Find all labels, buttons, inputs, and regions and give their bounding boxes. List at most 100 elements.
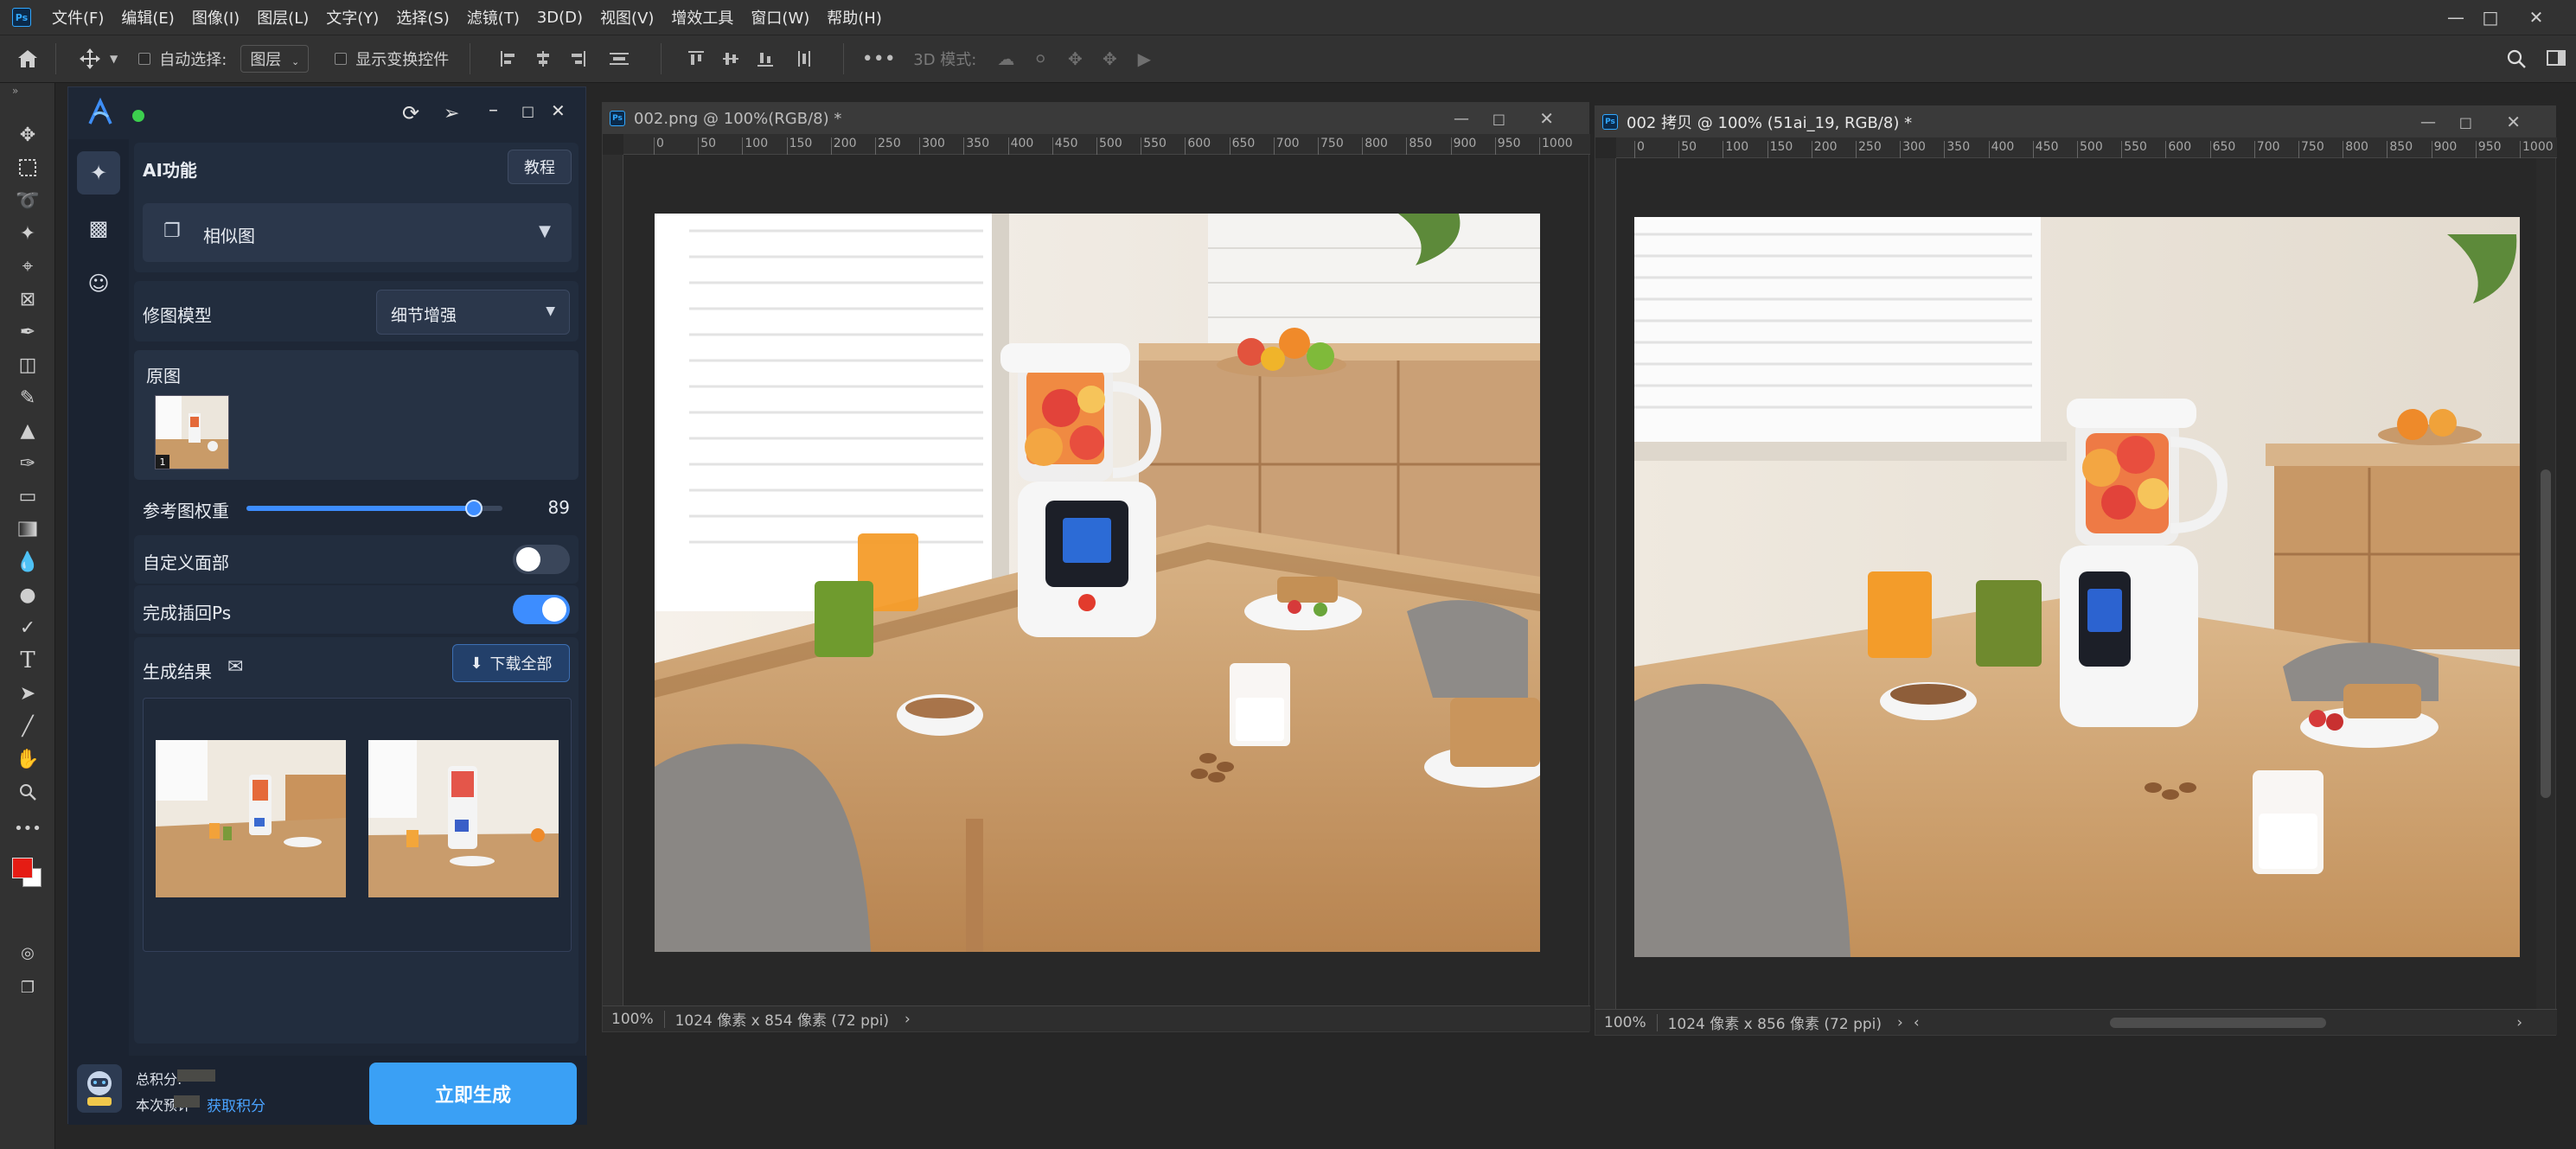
hand-tool-icon[interactable]: ✋	[14, 745, 42, 773]
history-brush-tool-icon[interactable]: ✑	[14, 450, 42, 477]
brush-tool-icon[interactable]: ✎	[14, 384, 42, 412]
collapse-icon[interactable]: »	[12, 85, 18, 97]
show-transform-checkbox[interactable]: 显示变换控件	[335, 48, 449, 70]
frame-tool-icon[interactable]: ⊠	[14, 285, 42, 313]
chevron-down-icon[interactable]: ▼	[110, 53, 118, 65]
menu-type[interactable]: 文字(Y)	[317, 6, 387, 29]
download-all-button[interactable]: ⬇ 下载全部	[452, 644, 570, 682]
healing-brush-tool-icon[interactable]: ◫	[14, 351, 42, 379]
doc-close-icon[interactable]: ✕	[1539, 108, 1554, 129]
close-icon[interactable]: ✕	[2512, 0, 2560, 35]
lasso-tool-icon[interactable]: ➰	[14, 187, 42, 214]
align-bottom-icon[interactable]	[748, 49, 783, 68]
doc-maximize-icon[interactable]: □	[1493, 111, 1505, 127]
eraser-tool-icon[interactable]: ▭	[14, 482, 42, 510]
panel-close-icon[interactable]: ✕	[551, 100, 566, 121]
doc-close-icon[interactable]: ✕	[2506, 112, 2521, 132]
align-right-icon[interactable]	[560, 49, 595, 68]
align-top-icon[interactable]	[679, 49, 713, 68]
distribute-icon[interactable]	[595, 49, 643, 68]
workspace-icon[interactable]	[2536, 49, 2576, 68]
panel-minimize-icon[interactable]: –	[489, 99, 498, 121]
menu-plugins[interactable]: 增效工具	[662, 6, 742, 29]
menu-window[interactable]: 窗口(W)	[742, 6, 818, 29]
feedback-icon[interactable]: ✉	[227, 656, 243, 678]
search-icon[interactable]	[2496, 48, 2536, 69]
marquee-tool-icon[interactable]	[14, 154, 42, 182]
document-1-canvas[interactable]	[655, 214, 1540, 952]
zoom-level[interactable]: 100%	[1604, 1014, 1646, 1031]
cube-nav-icon[interactable]: ▩	[77, 207, 120, 250]
result-thumbnail[interactable]	[368, 740, 559, 897]
distribute-vertical-icon[interactable]	[783, 49, 826, 68]
auto-select-checkbox[interactable]: 自动选择:	[138, 48, 227, 70]
magic-wand-nav-icon[interactable]: ✦	[77, 151, 120, 195]
result-thumbnail[interactable]	[156, 740, 346, 897]
move-tool-icon[interactable]: ✥	[14, 121, 42, 149]
document-2-titlebar[interactable]: Ps 002 拷贝 @ 100% (51ai_19, RGB/8) * — □ …	[1595, 106, 2555, 137]
tutorial-button[interactable]: 教程	[508, 150, 572, 184]
line-tool-icon[interactable]: ╱	[14, 712, 42, 740]
menu-select[interactable]: 选择(S)	[387, 6, 457, 29]
align-center-icon[interactable]	[526, 49, 560, 68]
type-tool-icon[interactable]: T	[14, 647, 42, 674]
original-thumbnail[interactable]: 1	[155, 395, 229, 469]
chevron-right-icon[interactable]: ›	[904, 1011, 911, 1028]
pin-icon[interactable]: ➢	[444, 103, 459, 124]
get-points-link[interactable]: 获取积分	[207, 1094, 265, 1115]
menu-edit[interactable]: 编辑(E)	[112, 6, 182, 29]
doc-minimize-icon[interactable]: —	[1454, 110, 1469, 128]
function-dropdown[interactable]: ❐ 相似图 ▼	[143, 203, 572, 262]
stamp-tool-icon[interactable]: ▲	[14, 417, 42, 444]
zoom-tool-icon[interactable]	[14, 778, 42, 806]
insert-ps-toggle[interactable]	[513, 595, 570, 624]
chevron-left-icon[interactable]: ‹	[1914, 1014, 1920, 1031]
menu-image[interactable]: 图像(I)	[183, 6, 248, 29]
horizontal-scrollbar-thumb[interactable]	[2109, 1017, 2326, 1028]
weight-slider-handle[interactable]	[465, 500, 483, 517]
chevron-right-icon[interactable]: ›	[1897, 1014, 1903, 1031]
align-left-icon[interactable]	[491, 49, 526, 68]
user-settings-nav-icon[interactable]: ☺	[77, 262, 120, 305]
generate-button[interactable]: 立即生成	[369, 1063, 577, 1125]
dodge-tool-icon[interactable]: ●	[14, 581, 42, 609]
eyedropper-tool-icon[interactable]: ✒	[14, 318, 42, 346]
chevron-right-icon[interactable]: ›	[2516, 1014, 2522, 1031]
document-2-canvas[interactable]	[1634, 217, 2520, 957]
foreground-color-swatch[interactable]	[12, 858, 33, 878]
gradient-tool-icon[interactable]	[14, 515, 42, 543]
more-options-icon[interactable]: •••	[861, 48, 896, 70]
menu-file[interactable]: 文件(F)	[43, 6, 112, 29]
doc-maximize-icon[interactable]: □	[2459, 114, 2472, 131]
align-middle-icon[interactable]	[713, 49, 748, 68]
doc-minimize-icon[interactable]: —	[2420, 113, 2436, 131]
blur-tool-icon[interactable]: 💧	[14, 548, 42, 576]
maximize-icon[interactable]: □	[2466, 0, 2515, 35]
panel-maximize-icon[interactable]: □	[521, 103, 534, 119]
pen-tool-icon[interactable]: ✓	[14, 614, 42, 642]
path-selection-tool-icon[interactable]: ➤	[14, 680, 42, 707]
vertical-scrollbar-thumb[interactable]	[2541, 469, 2551, 798]
document-1-titlebar[interactable]: Ps 002.png @ 100%(RGB/8) * — □ ✕	[603, 103, 1588, 134]
menu-filter[interactable]: 滤镜(T)	[458, 6, 528, 29]
more-tools-icon[interactable]: •••	[14, 814, 42, 842]
home-icon[interactable]	[0, 35, 55, 83]
custom-face-toggle[interactable]	[513, 545, 570, 574]
color-swatches[interactable]	[10, 854, 48, 892]
menu-view[interactable]: 视图(V)	[591, 6, 662, 29]
menu-help[interactable]: 帮助(H)	[818, 6, 891, 29]
menu-3d[interactable]: 3D(D)	[528, 9, 591, 27]
screen-mode-icon[interactable]: ❐	[14, 973, 42, 1001]
avatar[interactable]	[77, 1064, 122, 1113]
vertical-scrollbar[interactable]	[2536, 158, 2555, 1011]
zoom-level[interactable]: 100%	[611, 1011, 654, 1028]
crop-tool-icon[interactable]: ⌖	[14, 252, 42, 280]
magic-wand-tool-icon[interactable]: ✦	[14, 220, 42, 247]
auto-select-dropdown[interactable]: 图层 ⌄	[240, 45, 310, 73]
menu-layer[interactable]: 图层(L)	[248, 6, 317, 29]
refresh-icon[interactable]: ⟳	[402, 101, 419, 125]
weight-slider[interactable]	[246, 500, 502, 517]
quick-mask-icon[interactable]: ◎	[14, 939, 42, 967]
model-dropdown[interactable]: 细节增强 ▼	[376, 290, 570, 335]
move-tool-icon[interactable]	[77, 48, 103, 70]
